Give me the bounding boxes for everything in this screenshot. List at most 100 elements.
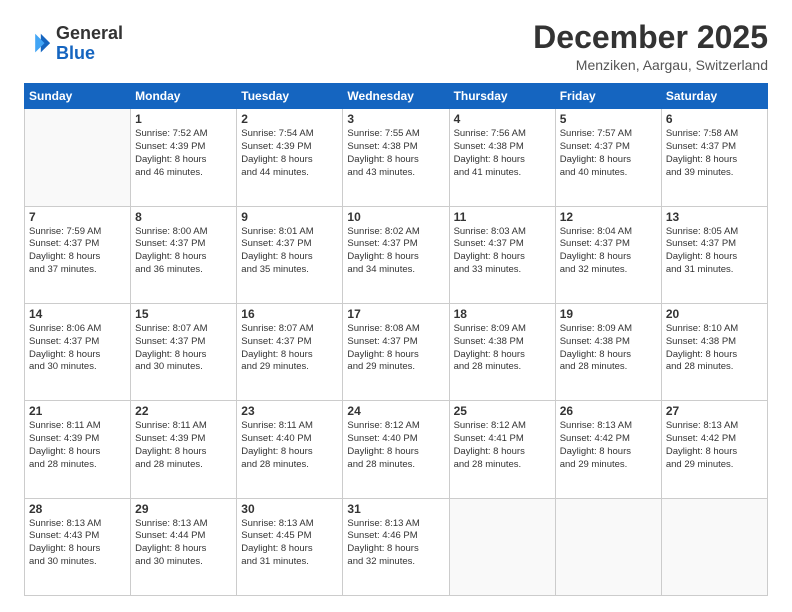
calendar-cell: 14Sunrise: 8:06 AMSunset: 4:37 PMDayligh… <box>25 303 131 400</box>
week-row-5: 28Sunrise: 8:13 AMSunset: 4:43 PMDayligh… <box>25 498 768 595</box>
logo-line1: General <box>56 23 123 43</box>
calendar-cell: 16 Sunrise: 8:07 AMSunset: 4:37 PMDayligh… <box>237 303 343 400</box>
day-number: 1 <box>135 112 232 126</box>
day-number: 29 <box>135 502 232 516</box>
day-info: Sunrise: 8:02 AMSunset: 4:37 PMDaylight:… <box>347 226 444 277</box>
calendar-cell: 7 Sunrise: 7:59 AMSunset: 4:37 PMDaylight… <box>25 206 131 303</box>
day-number: 27 <box>666 404 763 418</box>
col-thursday: Thursday <box>449 84 555 109</box>
calendar-cell: 27 Sunrise: 8:13 AMSunset: 4:42 PMDayligh… <box>661 401 767 498</box>
logo: General Blue <box>24 24 123 64</box>
calendar-cell: 11 Sunrise: 8:03 AMSunset: 4:37 PMDayligh… <box>449 206 555 303</box>
day-number: 21 <box>29 404 126 418</box>
week-row-1: 1 Sunrise: 7:52 AMSunset: 4:39 PMDaylight… <box>25 109 768 206</box>
day-info: Sunrise: 7:52 AMSunset: 4:39 PMDaylight:… <box>135 128 232 179</box>
calendar-header-row: Sunday Monday Tuesday Wednesday Thursday… <box>25 84 768 109</box>
calendar-cell: 10 Sunrise: 8:02 AMSunset: 4:37 PMDayligh… <box>343 206 449 303</box>
calendar-cell: 1 Sunrise: 7:52 AMSunset: 4:39 PMDaylight… <box>131 109 237 206</box>
calendar-cell: 4 Sunrise: 7:56 AMSunset: 4:38 PMDaylight… <box>449 109 555 206</box>
day-info: Sunrise: 8:07 AMSunset: 4:37 PMDaylight:… <box>135 323 232 374</box>
day-info: Sunrise: 8:13 AMSunset: 4:45 PMDaylight:… <box>241 518 338 569</box>
day-info: Sunrise: 7:56 AMSunset: 4:38 PMDaylight:… <box>454 128 551 179</box>
day-info: Sunrise: 8:11 AMSunset: 4:39 PMDaylight:… <box>135 420 232 471</box>
calendar-cell: 21Sunrise: 8:11 AMSunset: 4:39 PMDayligh… <box>25 401 131 498</box>
day-number: 18 <box>454 307 551 321</box>
calendar-cell: 31 Sunrise: 8:13 AMSunset: 4:46 PMDayligh… <box>343 498 449 595</box>
col-friday: Friday <box>555 84 661 109</box>
day-number: 5 <box>560 112 657 126</box>
calendar-cell <box>449 498 555 595</box>
calendar-cell <box>25 109 131 206</box>
day-number: 7 <box>29 210 126 224</box>
calendar-cell: 2Sunrise: 7:54 AMSunset: 4:39 PMDaylight… <box>237 109 343 206</box>
calendar-cell: 6 Sunrise: 7:58 AMSunset: 4:37 PMDaylight… <box>661 109 767 206</box>
week-row-3: 14Sunrise: 8:06 AMSunset: 4:37 PMDayligh… <box>25 303 768 400</box>
week-row-4: 21 Sunrise: 8:11 AMSunset: 4:39 PMDayligh… <box>25 401 768 498</box>
day-number: 25 <box>454 404 551 418</box>
day-number: 13 <box>666 210 763 224</box>
page: General Blue December 2025 Menziken, Aar… <box>0 0 792 612</box>
calendar-cell: 29 Sunrise: 8:13 AMSunset: 4:44 PMDayligh… <box>131 498 237 595</box>
col-sunday: Sunday <box>25 84 131 109</box>
calendar-cell: 22 Sunrise: 8:11 AMSunset: 4:39 PMDayligh… <box>131 401 237 498</box>
calendar-cell: 15Sunrise: 8:07 AMSunset: 4:37 PMDayligh… <box>131 303 237 400</box>
day-number: 16 <box>241 307 338 321</box>
day-info: Sunrise: 7:58 AMSunset: 4:37 PMDaylight:… <box>666 128 763 179</box>
day-number: 9 <box>241 210 338 224</box>
col-saturday: Saturday <box>661 84 767 109</box>
calendar-cell: 12 Sunrise: 8:04 AMSunset: 4:37 PMDayligh… <box>555 206 661 303</box>
day-info: Sunrise: 7:59 AMSunset: 4:37 PMDaylight:… <box>29 226 126 277</box>
day-number: 28 <box>29 502 126 516</box>
day-number: 10 <box>347 210 444 224</box>
day-number: 30 <box>241 502 338 516</box>
day-info: Sunrise: 8:00 AMSunset: 4:37 PMDaylight:… <box>135 226 232 277</box>
logo-line2: Blue <box>56 43 95 63</box>
calendar-cell <box>555 498 661 595</box>
logo-icon <box>24 30 52 58</box>
day-number: 17 <box>347 307 444 321</box>
day-info: Sunrise: 8:13 AMSunset: 4:42 PMDaylight:… <box>560 420 657 471</box>
calendar-cell: 30 Sunrise: 8:13 AMSunset: 4:45 PMDayligh… <box>237 498 343 595</box>
day-number: 12 <box>560 210 657 224</box>
day-info: Sunrise: 8:06 AMSunset: 4:37 PMDaylight:… <box>29 323 126 374</box>
day-number: 22 <box>135 404 232 418</box>
calendar-cell: 26 Sunrise: 8:13 AMSunset: 4:42 PMDayligh… <box>555 401 661 498</box>
calendar-cell: 9 Sunrise: 8:01 AMSunset: 4:37 PMDaylight… <box>237 206 343 303</box>
day-number: 11 <box>454 210 551 224</box>
calendar-cell: 24Sunrise: 8:12 AMSunset: 4:40 PMDayligh… <box>343 401 449 498</box>
day-info: Sunrise: 8:13 AMSunset: 4:44 PMDaylight:… <box>135 518 232 569</box>
calendar-cell: 18Sunrise: 8:09 AMSunset: 4:38 PMDayligh… <box>449 303 555 400</box>
day-number: 8 <box>135 210 232 224</box>
calendar-cell: 3Sunrise: 7:55 AMSunset: 4:38 PMDaylight… <box>343 109 449 206</box>
calendar-cell: 5 Sunrise: 7:57 AMSunset: 4:37 PMDaylight… <box>555 109 661 206</box>
day-info: Sunrise: 8:12 AMSunset: 4:41 PMDaylight:… <box>454 420 551 471</box>
day-info: Sunrise: 7:54 AMSunset: 4:39 PMDaylight:… <box>241 128 338 179</box>
col-tuesday: Tuesday <box>237 84 343 109</box>
day-info: Sunrise: 8:04 AMSunset: 4:37 PMDaylight:… <box>560 226 657 277</box>
calendar-cell: 25 Sunrise: 8:12 AMSunset: 4:41 PMDayligh… <box>449 401 555 498</box>
day-number: 6 <box>666 112 763 126</box>
col-monday: Monday <box>131 84 237 109</box>
calendar-cell: 8 Sunrise: 8:00 AMSunset: 4:37 PMDaylight… <box>131 206 237 303</box>
col-wednesday: Wednesday <box>343 84 449 109</box>
day-info: Sunrise: 8:07 AMSunset: 4:37 PMDaylight:… <box>241 323 338 374</box>
calendar-cell: 28Sunrise: 8:13 AMSunset: 4:43 PMDayligh… <box>25 498 131 595</box>
day-info: Sunrise: 8:03 AMSunset: 4:37 PMDaylight:… <box>454 226 551 277</box>
day-number: 19 <box>560 307 657 321</box>
day-number: 26 <box>560 404 657 418</box>
day-number: 4 <box>454 112 551 126</box>
day-number: 31 <box>347 502 444 516</box>
calendar-cell: 17Sunrise: 8:08 AMSunset: 4:37 PMDayligh… <box>343 303 449 400</box>
day-info: Sunrise: 7:55 AMSunset: 4:38 PMDaylight:… <box>347 128 444 179</box>
day-info: Sunrise: 8:09 AMSunset: 4:38 PMDaylight:… <box>560 323 657 374</box>
day-info: Sunrise: 8:13 AMSunset: 4:46 PMDaylight:… <box>347 518 444 569</box>
calendar: Sunday Monday Tuesday Wednesday Thursday… <box>24 83 768 596</box>
day-info: Sunrise: 7:57 AMSunset: 4:37 PMDaylight:… <box>560 128 657 179</box>
day-info: Sunrise: 8:13 AMSunset: 4:42 PMDaylight:… <box>666 420 763 471</box>
calendar-cell: 19 Sunrise: 8:09 AMSunset: 4:38 PMDayligh… <box>555 303 661 400</box>
week-row-2: 7 Sunrise: 7:59 AMSunset: 4:37 PMDaylight… <box>25 206 768 303</box>
day-info: Sunrise: 8:12 AMSunset: 4:40 PMDaylight:… <box>347 420 444 471</box>
logo-text: General Blue <box>56 24 123 64</box>
title-block: December 2025 Menziken, Aargau, Switzerl… <box>533 20 768 73</box>
day-info: Sunrise: 8:01 AMSunset: 4:37 PMDaylight:… <box>241 226 338 277</box>
